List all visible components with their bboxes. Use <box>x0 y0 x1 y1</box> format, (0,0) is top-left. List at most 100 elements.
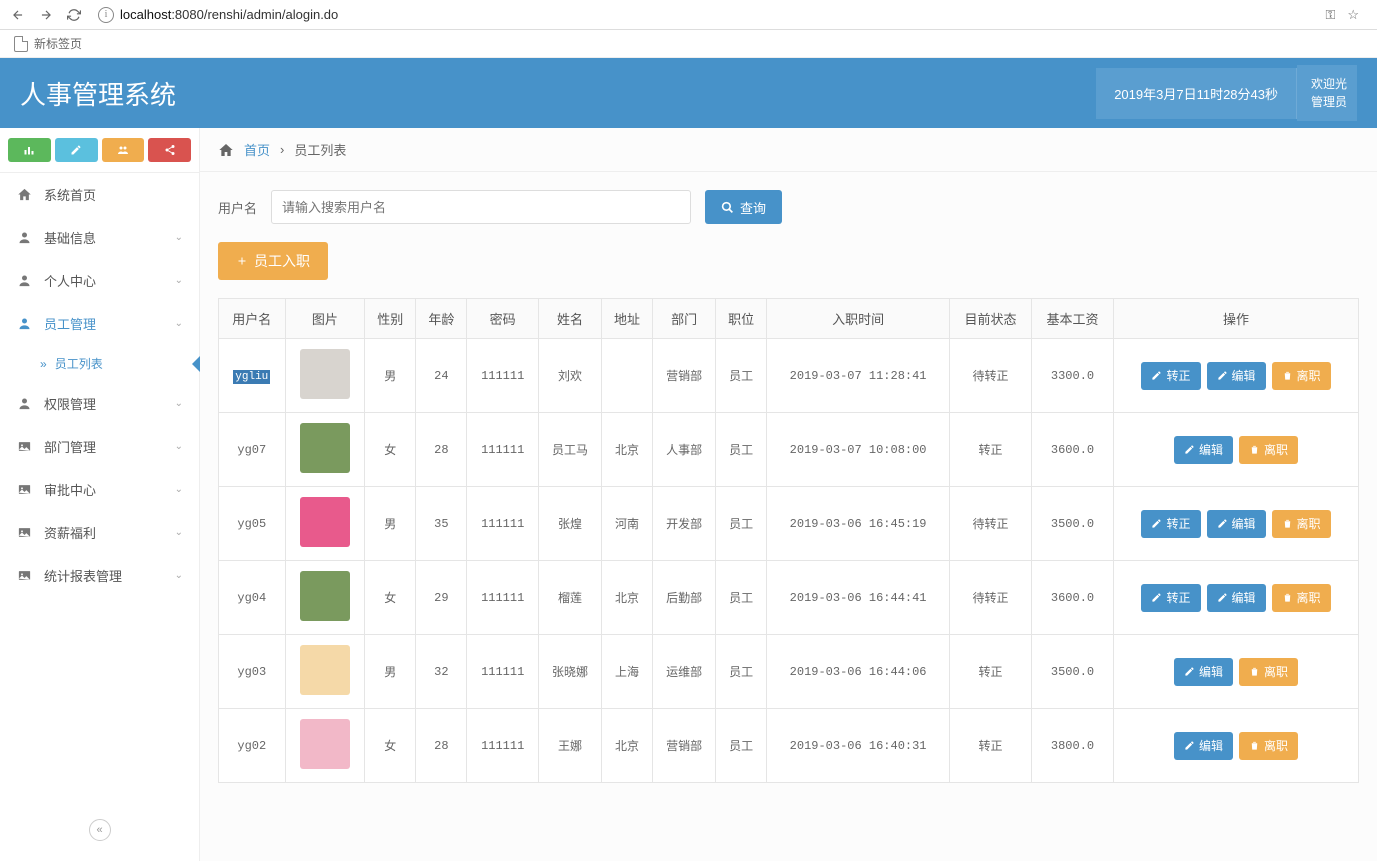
sidebar-item-0[interactable]: 系统首页 <box>0 173 199 216</box>
search-input[interactable] <box>271 190 691 224</box>
op-编辑-button[interactable]: 编辑 <box>1174 436 1233 464</box>
cell-position: 员工 <box>716 635 767 709</box>
star-icon[interactable]: ☆ <box>1347 7 1359 23</box>
table-header: 用户名 <box>219 299 286 339</box>
avatar <box>300 349 350 399</box>
users-icon <box>116 144 130 156</box>
pencil-icon <box>70 144 82 156</box>
op-离职-button[interactable]: 离职 <box>1272 510 1331 538</box>
reload-icon <box>67 8 81 22</box>
op-离职-button[interactable]: 离职 <box>1239 436 1298 464</box>
op-转正-button[interactable]: 转正 <box>1141 584 1200 612</box>
cell-department: 营销部 <box>653 709 716 783</box>
breadcrumb: 首页 › 员工列表 <box>200 128 1377 172</box>
sidebar-item-4[interactable]: 权限管理⌄ <box>0 382 199 425</box>
cell-department: 后勤部 <box>653 561 716 635</box>
sidebar-item-7[interactable]: 资薪福利⌄ <box>0 511 199 554</box>
user-icon <box>17 316 32 331</box>
op-转正-button[interactable]: 转正 <box>1141 510 1200 538</box>
cell-name: 员工马 <box>538 413 601 487</box>
op-编辑-button[interactable]: 编辑 <box>1207 362 1266 390</box>
employee-table: 用户名图片性别年龄密码姓名地址部门职位入职时间目前状态基本工资操作 ygliu … <box>218 298 1359 783</box>
chevron-down-icon: ⌄ <box>175 570 183 581</box>
op-buttons: 转正编辑离职 <box>1122 362 1350 390</box>
sidebar-item-8[interactable]: 统计报表管理 ⌄ <box>0 554 199 597</box>
cell-status: 待转正 <box>950 487 1032 561</box>
sidebar-item-3[interactable]: 员工管理 ⌄ <box>0 302 199 345</box>
cell-name: 王娜 <box>538 709 601 783</box>
op-编辑-button[interactable]: 编辑 <box>1174 658 1233 686</box>
cell-salary: 3300.0 <box>1032 339 1114 413</box>
sidebar-item-2[interactable]: 个人中心⌄ <box>0 259 199 302</box>
op-离职-button[interactable]: 离职 <box>1272 362 1331 390</box>
sidebar-item-1[interactable]: 基础信息⌄ <box>0 216 199 259</box>
cell-username[interactable]: yg04 <box>237 591 266 605</box>
op-编辑-button[interactable]: 编辑 <box>1207 584 1266 612</box>
cell-position: 员工 <box>716 709 767 783</box>
sidebar-item-label: 统计报表管理 <box>44 566 122 585</box>
cell-username[interactable]: yg03 <box>237 665 266 679</box>
table-header: 部门 <box>653 299 716 339</box>
avatar <box>300 645 350 695</box>
edit-icon <box>1184 666 1195 677</box>
cell-name: 张晓娜 <box>538 635 601 709</box>
edit-icon <box>1151 518 1162 529</box>
table-header: 入职时间 <box>767 299 950 339</box>
cell-status: 转正 <box>950 635 1032 709</box>
sidebar-item-label: 员工管理 <box>44 314 96 333</box>
cell-salary: 3600.0 <box>1032 413 1114 487</box>
edit-icon <box>1184 740 1195 751</box>
chevron-down-icon: ⌄ <box>175 318 183 329</box>
table-row: yg04 女 29 111111 榴莲 北京 后勤部 员工 2019-03-06… <box>219 561 1359 635</box>
avatar <box>300 423 350 473</box>
bookmark-new-tab[interactable]: 新标签页 <box>34 35 82 52</box>
cell-status: 待转正 <box>950 339 1032 413</box>
sidebar-tool-stats[interactable] <box>8 138 51 162</box>
cell-username[interactable]: ygliu <box>233 370 270 384</box>
cell-department: 营销部 <box>653 339 716 413</box>
breadcrumb-home[interactable]: 首页 <box>244 140 270 159</box>
cell-salary: 3500.0 <box>1032 487 1114 561</box>
table-header: 操作 <box>1114 299 1359 339</box>
add-employee-button[interactable]: 员工入职 <box>218 242 328 280</box>
op-离职-button[interactable]: 离职 <box>1239 732 1298 760</box>
sidebar-tool-share[interactable] <box>148 138 191 162</box>
op-转正-button[interactable]: 转正 <box>1141 362 1200 390</box>
trash-icon <box>1282 370 1293 381</box>
cell-age: 35 <box>416 487 467 561</box>
browser-back-button[interactable] <box>8 5 28 25</box>
cell-username[interactable]: yg05 <box>237 517 266 531</box>
sidebar-collapse-button[interactable]: « <box>89 819 111 841</box>
sidebar-item-5[interactable]: 部门管理⌄ <box>0 425 199 468</box>
image-icon <box>17 482 32 497</box>
sidebar-sublink-employee-list[interactable]: 员工列表 <box>0 345 199 382</box>
home-icon <box>218 142 234 158</box>
browser-reload-button[interactable] <box>64 5 84 25</box>
app-title: 人事管理系统 <box>20 75 1096 112</box>
cell-salary: 3500.0 <box>1032 635 1114 709</box>
chevron-down-icon: ⌄ <box>175 484 183 495</box>
cell-username[interactable]: yg02 <box>237 739 266 753</box>
cell-username[interactable]: yg07 <box>237 443 266 457</box>
chevron-down-icon: ⌄ <box>175 527 183 538</box>
op-离职-button[interactable]: 离职 <box>1272 584 1331 612</box>
browser-forward-button[interactable] <box>36 5 56 25</box>
key-icon[interactable]: ⚿ <box>1325 7 1335 23</box>
sidebar-tool-edit[interactable] <box>55 138 98 162</box>
op-编辑-button[interactable]: 编辑 <box>1174 732 1233 760</box>
search-button[interactable]: 查询 <box>705 190 782 224</box>
search-icon <box>721 201 734 214</box>
trash-icon <box>1282 518 1293 529</box>
url-bar[interactable]: i localhost:8080/renshi/admin/alogin.do <box>92 7 1317 23</box>
search-label: 用户名 <box>218 198 257 217</box>
sidebar-item-6[interactable]: 审批中心⌄ <box>0 468 199 511</box>
sidebar-tool-users[interactable] <box>102 138 145 162</box>
op-编辑-button[interactable]: 编辑 <box>1207 510 1266 538</box>
sidebar-item-label: 系统首页 <box>44 185 96 204</box>
op-buttons: 转正编辑离职 <box>1122 584 1350 612</box>
header-datetime: 2019年3月7日11时28分43秒 <box>1096 68 1297 119</box>
op-离职-button[interactable]: 离职 <box>1239 658 1298 686</box>
cell-age: 32 <box>416 635 467 709</box>
site-info-icon[interactable]: i <box>98 7 114 23</box>
cell-hire-date: 2019-03-07 10:08:00 <box>767 413 950 487</box>
